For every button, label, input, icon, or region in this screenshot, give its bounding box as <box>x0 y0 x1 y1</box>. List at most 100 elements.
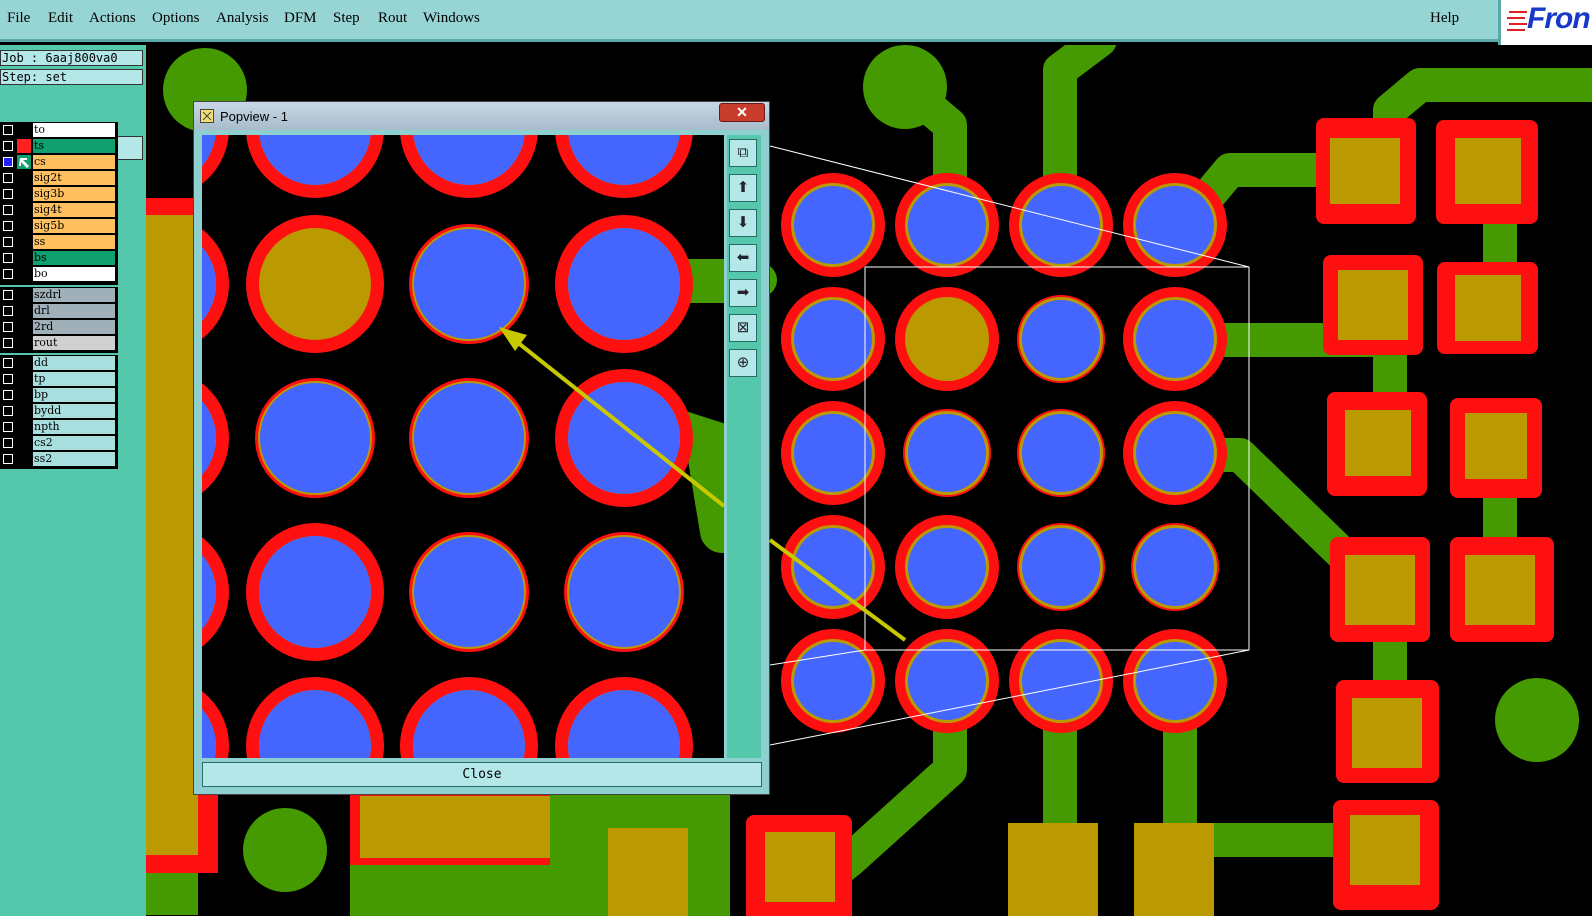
layer-checkbox[interactable] <box>3 269 13 279</box>
layer-name[interactable]: sig5b <box>33 219 115 233</box>
zoom-home-icon[interactable]: ⊠ <box>729 314 757 342</box>
layer-row-tp[interactable]: tp <box>0 371 118 387</box>
close-window-icon[interactable]: ✕ <box>719 103 765 122</box>
zoom-fit-icon[interactable]: ⊕ <box>729 349 757 377</box>
layer-checkbox[interactable] <box>3 322 13 332</box>
layer-name[interactable]: cs2 <box>33 436 115 450</box>
layer-checkbox[interactable] <box>3 390 13 400</box>
menu-options[interactable]: Options <box>152 10 200 27</box>
bga-pad <box>1123 287 1227 391</box>
layer-name[interactable]: bydd <box>33 404 115 418</box>
layer-row-ss[interactable]: ss <box>0 234 118 250</box>
layer-row-bp[interactable]: bp <box>0 387 118 403</box>
pan-up-icon[interactable]: ⬆ <box>729 174 757 202</box>
brand-logo-text: Fron <box>1527 2 1591 35</box>
layer-checkbox[interactable] <box>3 205 13 215</box>
layer-row-sig4t[interactable]: sig4t <box>0 202 118 218</box>
layer-checkbox[interactable] <box>3 237 13 247</box>
layer-name[interactable]: dd <box>33 356 115 370</box>
layer-color-swatch <box>17 436 31 450</box>
layer-name[interactable]: sig3b <box>33 187 115 201</box>
layer-checkbox[interactable] <box>3 290 13 300</box>
bga-pad <box>781 401 885 505</box>
pan-down-icon[interactable]: ⬇ <box>729 209 757 237</box>
layer-row-cs[interactable]: cs <box>0 154 118 170</box>
brand-logo: Fron <box>1498 0 1592 45</box>
menu-windows[interactable]: Windows <box>423 10 480 27</box>
layer-row-cs2[interactable]: cs2 <box>0 435 118 451</box>
layer-row-npth[interactable]: npth <box>0 419 118 435</box>
layer-row-bydd[interactable]: bydd <box>0 403 118 419</box>
menu-edit[interactable]: Edit <box>48 10 73 27</box>
menu-bar: File Edit Actions Options Analysis DFM S… <box>0 0 1498 42</box>
layer-color-swatch <box>17 123 31 137</box>
layer-checkbox[interactable] <box>3 189 13 199</box>
menu-step[interactable]: Step <box>333 10 360 27</box>
layer-checkbox[interactable] <box>3 221 13 231</box>
layer-name[interactable]: ss <box>33 235 115 249</box>
layer-row-bs[interactable]: bs <box>0 250 118 266</box>
menu-rout[interactable]: Rout <box>378 10 407 27</box>
layer-checkbox[interactable] <box>3 141 13 151</box>
menu-file[interactable]: File <box>7 10 30 27</box>
layer-name[interactable]: ss2 <box>33 452 115 466</box>
layer-name[interactable]: ts <box>33 139 115 153</box>
menu-dfm[interactable]: DFM <box>284 10 317 27</box>
layer-row-ts[interactable]: ts <box>0 138 118 154</box>
bga-pad <box>895 515 999 619</box>
layer-checkbox[interactable] <box>3 253 13 263</box>
layer-checkbox[interactable] <box>3 422 13 432</box>
bga-pad <box>781 173 885 277</box>
layer-checkbox[interactable] <box>3 338 13 348</box>
layer-checkbox[interactable] <box>3 438 13 448</box>
layer-group-misc: dd tp bp bydd npth cs2 ss2 <box>0 355 118 469</box>
pan-left-icon[interactable]: ⬅ <box>729 244 757 272</box>
zoom-window-icon[interactable]: ⧉ <box>729 139 757 167</box>
bga-pad <box>1009 173 1113 277</box>
layer-row-ss2[interactable]: ss2 <box>0 451 118 467</box>
menu-analysis[interactable]: Analysis <box>216 10 269 27</box>
layer-name[interactable]: bo <box>33 267 115 281</box>
layer-name[interactable]: sig4t <box>33 203 115 217</box>
layer-checkbox[interactable] <box>3 374 13 384</box>
layer-row-drl[interactable]: drl <box>0 303 118 319</box>
layer-row-sig5b[interactable]: sig5b <box>0 218 118 234</box>
layer-name[interactable]: tp <box>33 372 115 386</box>
layer-name[interactable]: bs <box>33 251 115 265</box>
layer-name[interactable]: sig2t <box>33 171 115 185</box>
bga-pad <box>781 629 885 733</box>
layer-checkbox[interactable] <box>3 358 13 368</box>
layer-row-sig3b[interactable]: sig3b <box>0 186 118 202</box>
layer-name[interactable]: to <box>33 123 115 137</box>
layer-color-swatch <box>17 320 31 334</box>
layer-row-2rd[interactable]: 2rd <box>0 319 118 335</box>
layer-name[interactable]: drl <box>33 304 115 318</box>
zoomed-pad <box>409 532 529 652</box>
zoomed-pad <box>255 378 375 498</box>
layer-name[interactable]: 2rd <box>33 320 115 334</box>
layer-checkbox[interactable] <box>3 157 13 167</box>
pan-right-icon[interactable]: ➡ <box>729 279 757 307</box>
popview-titlebar[interactable]: Popview - 1 ✕ <box>194 102 769 130</box>
layer-row-dd[interactable]: dd <box>0 355 118 371</box>
layer-name[interactable]: bp <box>33 388 115 402</box>
layer-row-to[interactable]: to <box>0 122 118 138</box>
layer-checkbox[interactable] <box>3 454 13 464</box>
layer-checkbox[interactable] <box>3 406 13 416</box>
layer-row-bo[interactable]: bo <box>0 266 118 282</box>
menu-actions[interactable]: Actions <box>89 10 136 27</box>
layer-checkbox[interactable] <box>3 306 13 316</box>
layer-name[interactable]: cs <box>33 155 115 169</box>
layer-color-swatch <box>17 203 31 217</box>
layer-name[interactable]: szdrl <box>33 288 115 302</box>
layer-name[interactable]: npth <box>33 420 115 434</box>
layer-checkbox[interactable] <box>3 173 13 183</box>
layer-name[interactable]: rout <box>33 336 115 350</box>
layer-row-sig2t[interactable]: sig2t <box>0 170 118 186</box>
popview-close-button[interactable]: Close <box>202 762 762 787</box>
layer-row-rout[interactable]: rout <box>0 335 118 351</box>
layer-checkbox[interactable] <box>3 125 13 135</box>
popview-canvas[interactable] <box>202 135 724 758</box>
menu-help[interactable]: Help <box>1430 10 1459 27</box>
layer-row-szdrl[interactable]: szdrl <box>0 287 118 303</box>
